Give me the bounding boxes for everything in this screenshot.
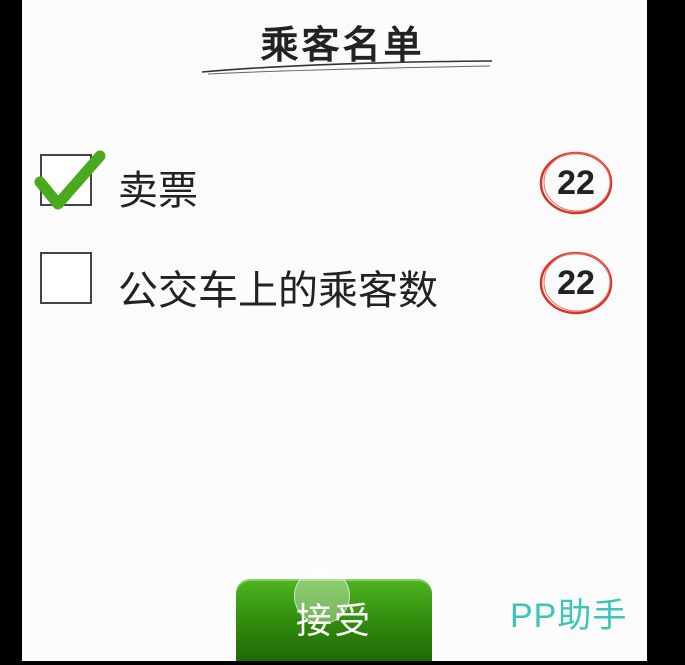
checkbox-passengers[interactable]: [40, 252, 92, 304]
title-underline: [201, 60, 493, 75]
row-label-passengers: 公交车上的乘客数: [118, 268, 438, 314]
count-badge-tickets: 22: [538, 150, 614, 216]
row-label-tickets: 卖票: [118, 168, 198, 214]
checkbox-tickets[interactable]: [34, 150, 106, 210]
passenger-list-panel: [22, 0, 647, 661]
touch-indicator: [294, 568, 350, 624]
list-row-tickets: 卖票 22: [0, 150, 685, 220]
count-badge-passengers: 22: [538, 250, 614, 316]
checkmark-icon: [34, 150, 106, 210]
watermark: PP助手: [510, 597, 628, 635]
list-row-passengers: 公交车上的乘客数 22: [0, 250, 685, 320]
count-value-tickets: 22: [557, 164, 595, 202]
count-value-passengers: 22: [557, 264, 595, 302]
